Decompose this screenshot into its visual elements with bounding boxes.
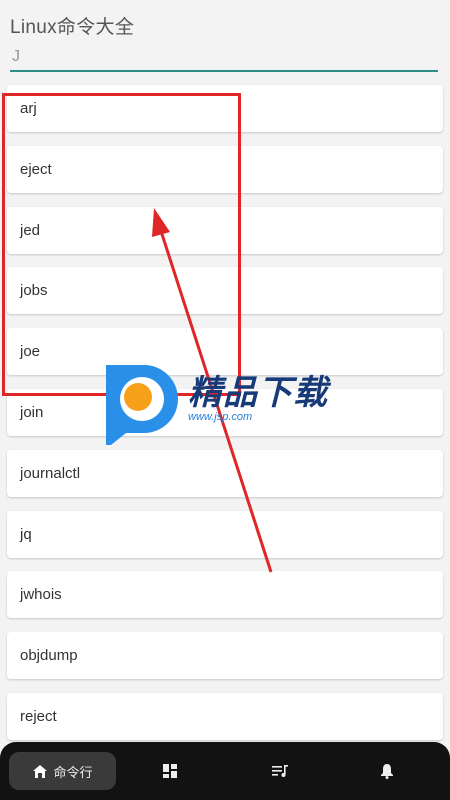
- list-item[interactable]: arj: [7, 85, 443, 132]
- bell-icon: [381, 764, 393, 779]
- nav-tab-notifications[interactable]: [362, 752, 412, 790]
- nav-tab-commands[interactable]: 命令行: [9, 752, 116, 790]
- command-label: jwhois: [20, 586, 62, 604]
- nav-tab-playlist[interactable]: [255, 752, 305, 790]
- dashboard-icon: [163, 764, 177, 778]
- search-input[interactable]: [10, 44, 438, 70]
- playlist-icon: [272, 765, 288, 777]
- nav-tab-label: 命令行: [53, 764, 93, 780]
- command-label: jq: [20, 525, 32, 543]
- list-item[interactable]: jed: [7, 206, 443, 254]
- command-label: join: [20, 403, 44, 421]
- list-item[interactable]: journalctl: [7, 449, 443, 497]
- list-item[interactable]: jwhois: [7, 571, 443, 619]
- list-item[interactable]: jq: [7, 510, 443, 558]
- command-label: eject: [20, 160, 52, 178]
- list-item[interactable]: objdump: [7, 632, 443, 680]
- list-item[interactable]: eject: [7, 145, 443, 193]
- list-item[interactable]: jobs: [7, 267, 443, 315]
- command-list: arj eject jed jobs joe join journalctl j…: [7, 85, 443, 754]
- home-icon: [33, 764, 48, 778]
- command-label: reject: [20, 707, 57, 725]
- list-item[interactable]: join: [7, 388, 443, 436]
- nav-tab-dashboard[interactable]: [145, 752, 195, 790]
- bottom-nav: 命令行: [0, 742, 450, 800]
- page-title: Linux命令大全: [10, 17, 135, 38]
- command-label: arj: [20, 100, 37, 117]
- search-field[interactable]: [10, 44, 438, 72]
- command-label: journalctl: [20, 464, 81, 482]
- list-item[interactable]: reject: [7, 692, 443, 740]
- command-label: joe: [20, 343, 41, 361]
- command-label: jobs: [20, 282, 48, 300]
- command-label: objdump: [20, 647, 78, 665]
- command-label: jed: [20, 221, 41, 239]
- list-item[interactable]: joe: [7, 328, 443, 376]
